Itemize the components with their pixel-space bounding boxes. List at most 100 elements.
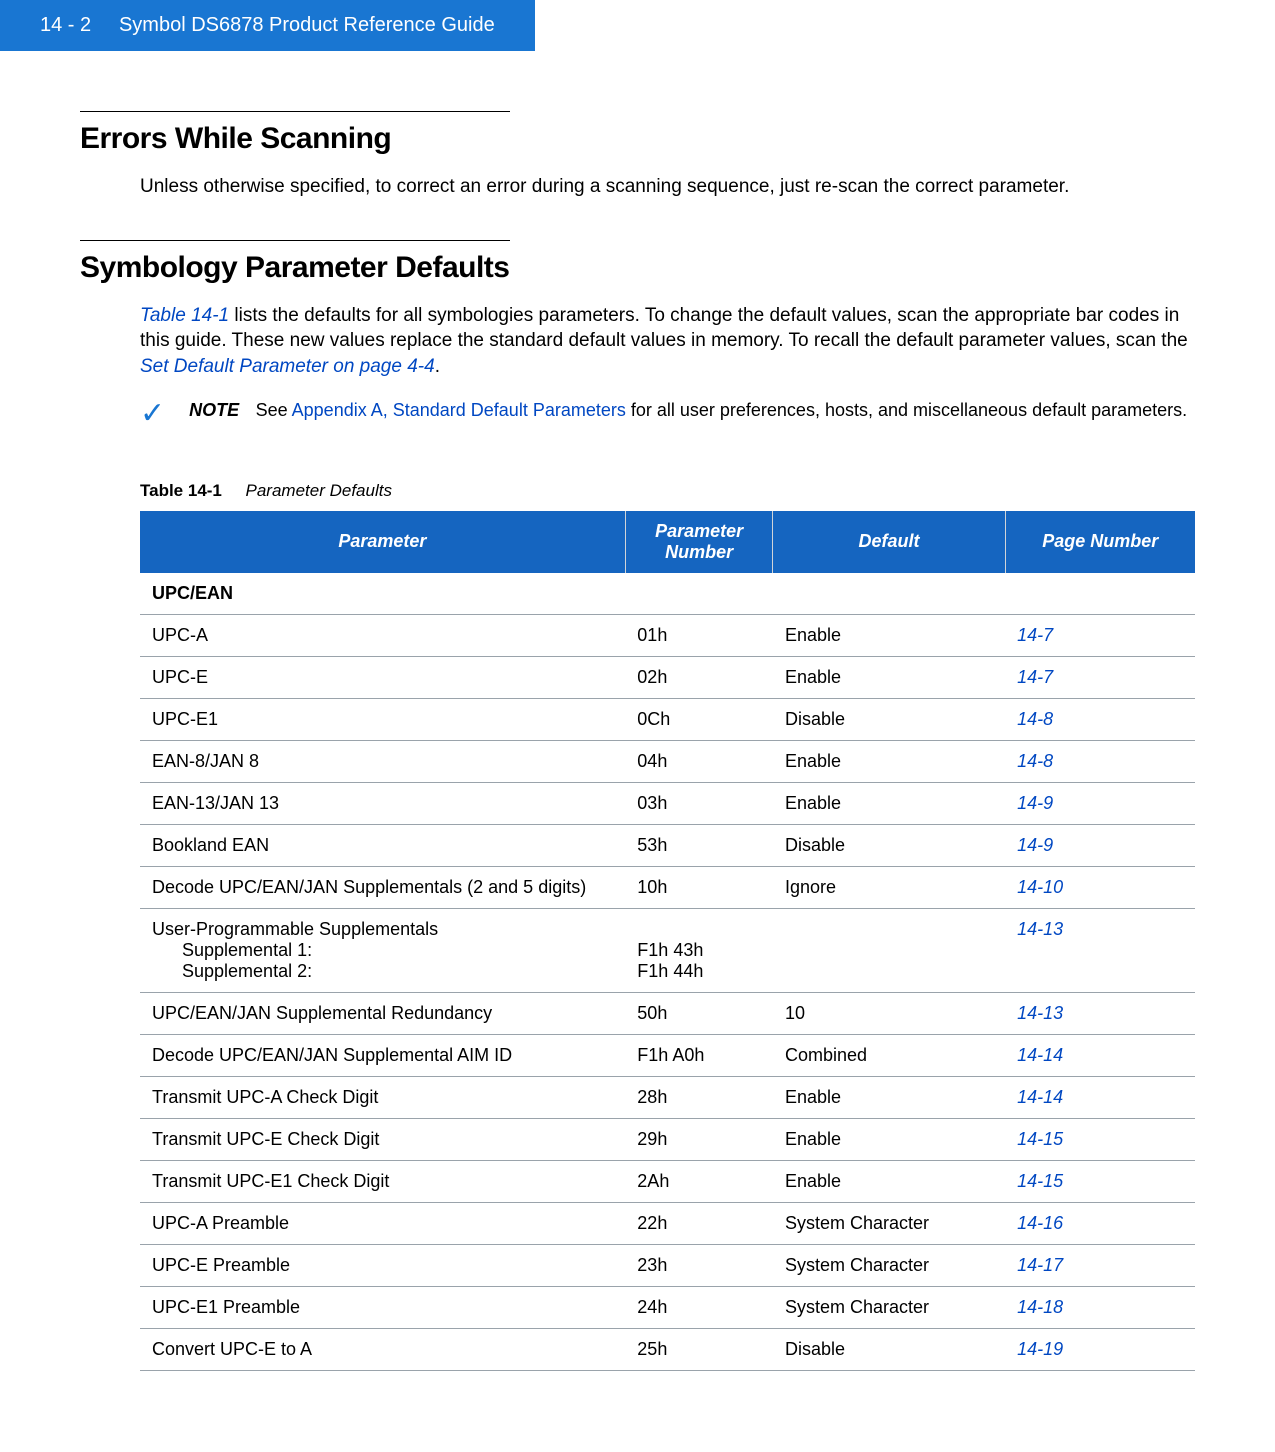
table-cell: UPC/EAN/JAN Supplemental Redundancy [140, 992, 625, 1034]
section-body-symbology: Table 14-1 lists the defaults for all sy… [140, 303, 1195, 380]
table-cell: 14-13 [1005, 908, 1195, 992]
table-row: Bookland EAN53hDisable14-9 [140, 824, 1195, 866]
table-cell: 14-15 [1005, 1118, 1195, 1160]
page-link[interactable]: 14-18 [1017, 1297, 1063, 1317]
page-link[interactable]: 14-14 [1017, 1087, 1063, 1107]
table-cell: 14-17 [1005, 1244, 1195, 1286]
table-cell: 14-8 [1005, 698, 1195, 740]
table-cell: UPC-E [140, 656, 625, 698]
table-row: EAN-13/JAN 1303hEnable14-9 [140, 782, 1195, 824]
table-cell: Enable [773, 656, 1005, 698]
page-link[interactable]: 14-17 [1017, 1255, 1063, 1275]
table-cell: 04h [625, 740, 773, 782]
table-cell: Enable [773, 1160, 1005, 1202]
table-row: UPC-E1 Preamble24hSystem Character14-18 [140, 1286, 1195, 1328]
note-post: for all user preferences, hosts, and mis… [626, 400, 1187, 420]
table-cell: UPC-E1 [140, 698, 625, 740]
doc-title: Symbol DS6878 Product Reference Guide [119, 14, 495, 36]
page-link[interactable]: 14-10 [1017, 877, 1063, 897]
table-cell: 14-15 [1005, 1160, 1195, 1202]
page-link[interactable]: 14-15 [1017, 1171, 1063, 1191]
page-link[interactable]: 14-15 [1017, 1129, 1063, 1149]
table-cell: 0Ch [625, 698, 773, 740]
table-cell: 14-7 [1005, 656, 1195, 698]
table-cell: Enable [773, 1076, 1005, 1118]
table-cell: User-Programmable SupplementalsSupplemen… [140, 908, 625, 992]
table-row: Transmit UPC-E Check Digit29hEnable14-15 [140, 1118, 1195, 1160]
table-cell: Transmit UPC-E Check Digit [140, 1118, 625, 1160]
table-cell: Decode UPC/EAN/JAN Supplementals (2 and … [140, 866, 625, 908]
table-cell: 02h [625, 656, 773, 698]
page-link[interactable]: 14-9 [1017, 835, 1053, 855]
page-link[interactable]: 14-8 [1017, 751, 1053, 771]
table-cell: Disable [773, 1328, 1005, 1370]
table-row: User-Programmable SupplementalsSupplemen… [140, 908, 1195, 992]
table-cell: Decode UPC/EAN/JAN Supplemental AIM ID [140, 1034, 625, 1076]
table-cell: 28h [625, 1076, 773, 1118]
table-cell: Ignore [773, 866, 1005, 908]
table-cell: Disable [773, 824, 1005, 866]
page-link[interactable]: 14-7 [1017, 667, 1053, 687]
section-title-symbology: Symbology Parameter Defaults [80, 251, 1195, 285]
table-cell: 14-10 [1005, 866, 1195, 908]
body-post-text: . [435, 356, 440, 377]
page-link[interactable]: 14-19 [1017, 1339, 1063, 1359]
table-row: EAN-8/JAN 804hEnable14-8 [140, 740, 1195, 782]
col-header-default: Default [773, 511, 1005, 573]
table-cell: 14-14 [1005, 1034, 1195, 1076]
table-cell: UPC-E Preamble [140, 1244, 625, 1286]
page-link[interactable]: 14-9 [1017, 793, 1053, 813]
note-pre: See [256, 400, 292, 420]
note-text: See Appendix A, Standard Default Paramet… [256, 400, 1188, 420]
table-ref-link[interactable]: Table 14-1 [140, 305, 229, 326]
table-cell: Combined [773, 1034, 1005, 1076]
body-mid-text: lists the defaults for all symbologies p… [140, 305, 1188, 352]
table-row: Transmit UPC-A Check Digit28hEnable 14-14 [140, 1076, 1195, 1118]
appendix-link[interactable]: Appendix A, Standard Default Parameters [292, 400, 626, 420]
page-link[interactable]: 14-14 [1017, 1045, 1063, 1065]
table-row: Convert UPC-E to A25hDisable 14-19 [140, 1328, 1195, 1370]
table-row: Decode UPC/EAN/JAN Supplementals (2 and … [140, 866, 1195, 908]
table-cell: Transmit UPC-A Check Digit [140, 1076, 625, 1118]
table-cell: UPC-A [140, 614, 625, 656]
table-cell: 14-8 [1005, 740, 1195, 782]
table-cell: 50h [625, 992, 773, 1034]
table-cell: 14-19 [1005, 1328, 1195, 1370]
page-link[interactable]: 14-13 [1017, 919, 1063, 939]
table-cell: 25h [625, 1328, 773, 1370]
table-row: UPC-E02hEnable 14-7 [140, 656, 1195, 698]
note-label: NOTE [189, 400, 239, 420]
table-row: Transmit UPC-E1 Check Digit2AhEnable14-1… [140, 1160, 1195, 1202]
table-cell: System Character [773, 1202, 1005, 1244]
table-cell: UPC-A Preamble [140, 1202, 625, 1244]
table-row: UPC/EAN/JAN Supplemental Redundancy50h10… [140, 992, 1195, 1034]
page-link[interactable]: 14-8 [1017, 709, 1053, 729]
check-icon: ✓ [140, 396, 165, 431]
table-cell: Transmit UPC-E1 Check Digit [140, 1160, 625, 1202]
table-row: UPC-E10ChDisable14-8 [140, 698, 1195, 740]
table-row: UPC-A01hEnable14-7 [140, 614, 1195, 656]
table-cell: 03h [625, 782, 773, 824]
set-default-link[interactable]: Set Default Parameter on page 4-4 [140, 356, 435, 377]
table-cell: System Character [773, 1244, 1005, 1286]
note-block: ✓ NOTE See Appendix A, Standard Default … [140, 398, 1195, 431]
table-cell: 10 [773, 992, 1005, 1034]
table-cell: Enable [773, 1118, 1005, 1160]
table-cell: Convert UPC-E to A [140, 1328, 625, 1370]
col-header-page-number: Page Number [1005, 511, 1195, 573]
table-cell: F1h 43hF1h 44h [625, 908, 773, 992]
table-cell: 01h [625, 614, 773, 656]
table-caption: Table 14-1 Parameter Defaults [140, 481, 1195, 501]
table-cell: 14-13 [1005, 992, 1195, 1034]
table-cell: Enable [773, 782, 1005, 824]
parameter-defaults-table: Parameter Parameter Number Default Page … [140, 511, 1195, 1371]
table-cell: 14-14 [1005, 1076, 1195, 1118]
table-cell: System Character [773, 1286, 1005, 1328]
page-link[interactable]: 14-13 [1017, 1003, 1063, 1023]
table-cell: F1h A0h [625, 1034, 773, 1076]
page-link[interactable]: 14-7 [1017, 625, 1053, 645]
table-caption-label: Table 14-1 [140, 481, 222, 500]
section-rule [80, 240, 510, 241]
table-cell: Enable [773, 740, 1005, 782]
page-link[interactable]: 14-16 [1017, 1213, 1063, 1233]
